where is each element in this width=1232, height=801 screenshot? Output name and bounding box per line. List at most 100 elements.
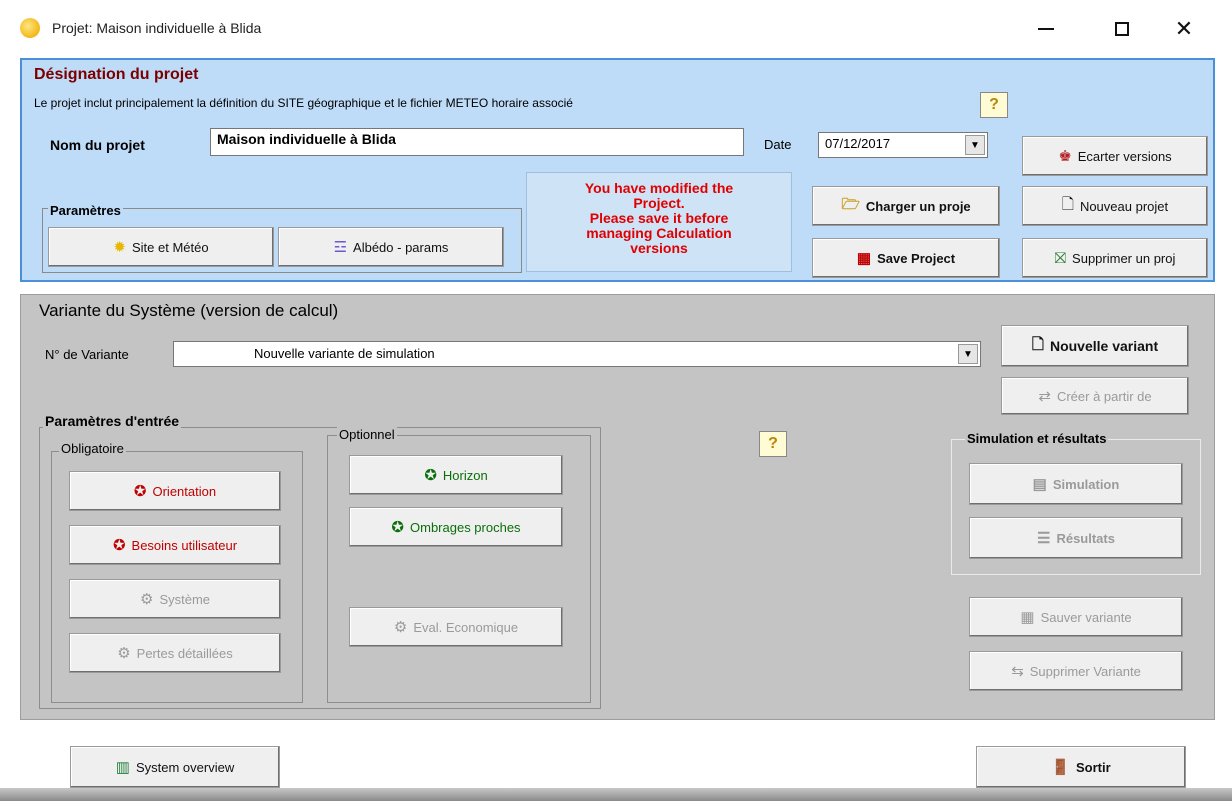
- save-icon: ▦: [856, 250, 872, 267]
- discard-versions-button[interactable]: ♚ Ecarter versions: [1022, 136, 1208, 176]
- gear-icon: ⚙: [393, 619, 408, 636]
- title-bar: Projet: Maison individuelle à Blida ✕: [0, 0, 1232, 58]
- gear-red-icon: ✪: [133, 483, 147, 500]
- load-project-label: Charger un proje: [865, 198, 971, 214]
- results-label: Résultats: [1056, 530, 1115, 546]
- albedo-icon: ☲: [333, 239, 348, 256]
- save-variant-button[interactable]: ▦ Sauver variante: [969, 597, 1183, 637]
- economic-eval-button[interactable]: ⚙ Eval. Economique: [349, 607, 563, 647]
- window-title: Projet: Maison individuelle à Blida: [52, 20, 262, 36]
- background-strip: [0, 788, 1232, 801]
- near-shadings-label: Ombrages proches: [410, 519, 521, 535]
- unsaved-warning: You have modified the Project. Please sa…: [526, 172, 792, 272]
- exit-icon: 🚪: [1051, 759, 1070, 776]
- albedo-button[interactable]: ☲ Albédo - params: [278, 227, 504, 267]
- horizon-label: Horizon: [442, 467, 488, 483]
- save-project-label: Save Project: [877, 250, 956, 266]
- warning-line: managing Calculation: [586, 225, 732, 241]
- project-name-input[interactable]: Maison individuelle à Blida: [210, 128, 744, 156]
- minimize-icon: [1038, 28, 1054, 30]
- load-project-button[interactable]: 🗁 Charger un proje: [812, 186, 1000, 226]
- simulation-button[interactable]: ▤ Simulation: [969, 463, 1183, 505]
- versions-icon: ♚: [1058, 148, 1072, 165]
- system-button[interactable]: ⚙ Système: [69, 579, 281, 619]
- albedo-label: Albédo - params: [353, 239, 449, 255]
- system-overview-button[interactable]: ▥ System overview: [70, 746, 280, 788]
- gear-green-icon: ✪: [424, 467, 437, 484]
- delete-project-label: Supprimer un proj: [1072, 250, 1176, 266]
- discard-versions-label: Ecarter versions: [1077, 148, 1172, 164]
- delete-icon: ⛝: [1054, 249, 1067, 267]
- orientation-button[interactable]: ✪ Orientation: [69, 471, 281, 511]
- warning-line: Please save it before: [589, 210, 729, 226]
- user-needs-label: Besoins utilisateur: [131, 537, 238, 553]
- copy-icon: ⇄: [1038, 388, 1051, 405]
- create-from-label: Créer à partir de: [1056, 388, 1152, 404]
- user-needs-button[interactable]: ✪ Besoins utilisateur: [69, 525, 281, 565]
- gear-icon: ⚙: [139, 591, 154, 608]
- folder-open-icon: 🗁: [841, 195, 860, 213]
- variant-select[interactable]: Nouvelle variante de simulation ▼: [173, 341, 981, 367]
- save-variant-icon: ▦: [1020, 609, 1035, 626]
- sun-icon: ✹: [113, 239, 126, 256]
- simulation-results-label: Simulation et résultats: [965, 431, 1109, 446]
- new-variant-button[interactable]: 🗋 Nouvelle variant: [1001, 325, 1189, 367]
- project-name-label: Nom du projet: [50, 137, 145, 153]
- project-section-title: Désignation du projet: [34, 66, 199, 83]
- minimize-button[interactable]: [1024, 10, 1068, 48]
- detailed-losses-label: Pertes détaillées: [136, 645, 233, 661]
- results-button[interactable]: ☰ Résultats: [969, 517, 1183, 559]
- sun-icon: [20, 18, 40, 38]
- gear-green-icon: ✪: [391, 519, 404, 536]
- horizon-button[interactable]: ✪ Horizon: [349, 455, 563, 495]
- save-project-button[interactable]: ▦ Save Project: [812, 238, 1000, 278]
- save-variant-label: Sauver variante: [1040, 609, 1132, 625]
- date-select[interactable]: 07/12/2017 ▼: [818, 132, 988, 158]
- chevron-down-icon[interactable]: ▼: [958, 344, 978, 364]
- detailed-losses-button[interactable]: ⚙ Pertes détaillées: [69, 633, 281, 673]
- close-button[interactable]: ✕: [1162, 10, 1206, 48]
- gear-icon: ⚙: [117, 645, 131, 662]
- variant-number-label: N° de Variante: [45, 347, 129, 362]
- variant-panel: Variante du Système (version de calcul) …: [20, 294, 1215, 720]
- chevron-down-icon[interactable]: ▼: [965, 135, 985, 155]
- site-meteo-label: Site et Météo: [131, 239, 209, 255]
- parameters-label: Paramètres: [48, 203, 123, 218]
- variant-section-title: Variante du Système (version de calcul): [39, 301, 339, 320]
- maximize-icon: [1115, 22, 1129, 36]
- input-parameters-label: Paramètres d'entrée: [43, 413, 182, 429]
- project-description: Le projet inclut principalement la défin…: [34, 96, 573, 110]
- new-doc-icon: 🗋: [1061, 195, 1074, 213]
- gear-red-icon: ✪: [112, 537, 126, 554]
- exit-label: Sortir: [1076, 759, 1111, 775]
- new-project-button[interactable]: 🗋 Nouveau projet: [1022, 186, 1208, 226]
- new-doc-icon: 🗋: [1031, 335, 1044, 353]
- help-button[interactable]: ?: [980, 92, 1008, 118]
- simulation-icon: ▤: [1032, 476, 1047, 493]
- help-button[interactable]: ?: [759, 431, 787, 457]
- date-label: Date: [764, 137, 792, 152]
- warning-line: versions: [630, 240, 688, 256]
- near-shadings-button[interactable]: ✪ Ombrages proches: [349, 507, 563, 547]
- delete-variant-button[interactable]: ⇆ Supprimer Variante: [969, 651, 1183, 691]
- simulation-label: Simulation: [1052, 476, 1120, 492]
- orientation-label: Orientation: [152, 483, 217, 499]
- delete-project-button[interactable]: ⛝ Supprimer un proj: [1022, 238, 1208, 278]
- create-from-button[interactable]: ⇄ Créer à partir de: [1001, 377, 1189, 415]
- warning-line: You have modified the: [584, 180, 734, 196]
- economic-eval-label: Eval. Economique: [413, 619, 519, 635]
- optional-label: Optionnel: [337, 427, 397, 442]
- mandatory-label: Obligatoire: [59, 441, 126, 456]
- delete-variant-icon: ⇆: [1011, 663, 1024, 680]
- variant-select-value: Nouvelle variante de simulation: [254, 346, 435, 361]
- exit-button[interactable]: 🚪 Sortir: [976, 746, 1186, 788]
- warning-line: Project.: [633, 195, 685, 211]
- date-value: 07/12/2017: [825, 136, 891, 151]
- project-panel: Désignation du projet Le projet inclut p…: [20, 58, 1215, 282]
- results-icon: ☰: [1037, 530, 1051, 547]
- site-meteo-button[interactable]: ✹ Site et Météo: [48, 227, 274, 267]
- close-icon: ✕: [1174, 16, 1194, 41]
- maximize-button[interactable]: [1100, 10, 1144, 48]
- new-project-label: Nouveau projet: [1079, 198, 1169, 214]
- system-overview-label: System overview: [135, 759, 235, 775]
